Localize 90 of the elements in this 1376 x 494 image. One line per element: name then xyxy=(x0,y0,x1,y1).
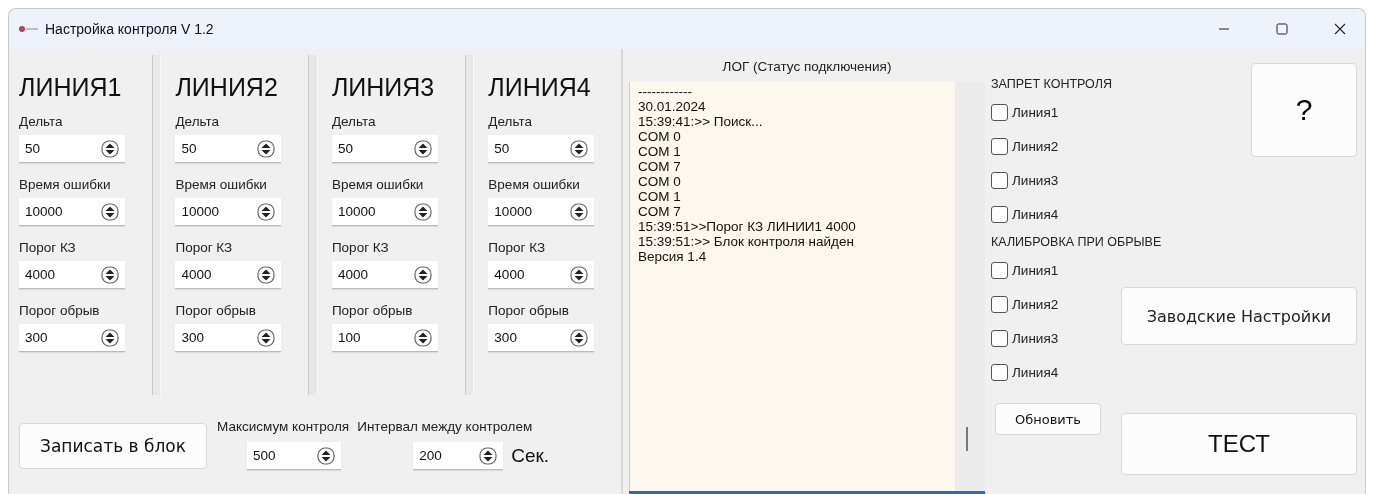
checkbox[interactable]: Линия3 xyxy=(991,321,1121,355)
spin-arrows-icon[interactable] xyxy=(413,139,432,158)
field-label: Время ошибки xyxy=(19,177,112,192)
checkbox[interactable]: Линия3 xyxy=(991,163,1121,197)
log-line: COM 7 xyxy=(638,159,682,174)
field-label: Максисмум контроля xyxy=(217,419,350,434)
spin-arrows-icon[interactable] xyxy=(257,202,276,221)
spin-arrows-icon[interactable] xyxy=(257,328,276,347)
spin-arrows-icon[interactable] xyxy=(317,446,335,465)
number-field[interactable]: 300 xyxy=(175,324,282,352)
log-line: 15:39:51:>> Блок контроля найден xyxy=(638,234,855,249)
checkbox[interactable]: Линия2 xyxy=(991,287,1121,321)
factory-settings-button[interactable]: Заводские Настройки xyxy=(1121,287,1357,345)
field-label: Время ошибки xyxy=(488,177,581,192)
app-icon xyxy=(17,23,39,35)
spin-arrows-icon[interactable] xyxy=(570,265,589,284)
number-field[interactable]: 4000 xyxy=(331,261,438,289)
spin-arrows-icon[interactable] xyxy=(101,139,119,158)
number-field[interactable]: 300 xyxy=(488,324,595,352)
number-field[interactable]: 10000 xyxy=(488,198,595,226)
line-title: ЛИНИЯ2 xyxy=(175,73,279,102)
number-field[interactable]: 50 xyxy=(19,135,125,163)
spin-arrows-icon[interactable] xyxy=(413,265,432,284)
number-field[interactable]: 10000 xyxy=(331,198,438,226)
number-field[interactable]: 500 xyxy=(247,442,341,470)
log-title: ЛОГ (Статус подключения) xyxy=(721,58,893,76)
log-line: 30.01.2024 xyxy=(638,99,707,114)
checkbox[interactable]: Линия4 xyxy=(991,197,1121,231)
number-field[interactable]: 200 xyxy=(413,442,504,470)
field-label: Порог КЗ xyxy=(488,240,547,255)
log-line: Версия 1.4 xyxy=(638,249,708,264)
line-title: ЛИНИЯ4 xyxy=(488,73,592,102)
spin-arrows-icon[interactable] xyxy=(570,139,589,158)
number-field[interactable]: 300 xyxy=(19,324,125,352)
number-field[interactable]: 100 xyxy=(331,324,438,352)
number-field[interactable]: 50 xyxy=(175,135,282,163)
checkbox[interactable]: Линия1 xyxy=(991,95,1121,129)
field-label: Дельта xyxy=(19,114,64,129)
field-label: Порог обрыв xyxy=(175,303,257,318)
field-label: Порог обрыв xyxy=(488,303,570,318)
number-field[interactable]: 50 xyxy=(331,135,438,163)
spin-arrows-icon[interactable] xyxy=(101,328,119,347)
field-label: Время ошибки xyxy=(331,177,425,192)
number-field[interactable]: 10000 xyxy=(19,198,125,226)
scrollbar-thumb[interactable] xyxy=(966,427,968,451)
field-label: Дельта xyxy=(488,114,533,129)
write-button[interactable]: Записать в блок xyxy=(19,423,207,469)
log-line: ------------ xyxy=(638,84,693,99)
field-label: Дельта xyxy=(331,114,377,129)
spin-arrows-icon[interactable] xyxy=(257,139,276,158)
log-line: COM 0 xyxy=(638,174,682,189)
number-field[interactable]: 4000 xyxy=(19,261,125,289)
group-title: ЗАПРЕТ КОНТРОЛЯ xyxy=(991,77,1112,91)
spin-arrows-icon[interactable] xyxy=(101,265,119,284)
number-field[interactable]: 4000 xyxy=(175,261,282,289)
checkbox[interactable]: Линия4 xyxy=(991,355,1121,389)
field-label: Порог КЗ xyxy=(19,240,77,255)
spin-arrows-icon[interactable] xyxy=(257,265,276,284)
log-line: 15:39:51>>Порог КЗ ЛИНИИ1 4000 xyxy=(638,219,857,234)
spin-arrows-icon[interactable] xyxy=(479,446,498,465)
spin-arrows-icon[interactable] xyxy=(101,202,119,221)
field-label: Порог КЗ xyxy=(331,240,390,255)
number-field[interactable]: 4000 xyxy=(488,261,595,289)
field-label: Порог КЗ xyxy=(175,240,234,255)
test-button[interactable]: ТЕСТ xyxy=(1121,413,1357,475)
line-title: ЛИНИЯ1 xyxy=(19,73,123,102)
log-line: COM 1 xyxy=(638,144,682,159)
spin-arrows-icon[interactable] xyxy=(570,202,589,221)
number-field[interactable]: 10000 xyxy=(175,198,282,226)
checkbox[interactable]: Линия1 xyxy=(991,253,1121,287)
spin-arrows-icon[interactable] xyxy=(413,328,432,347)
refresh-button[interactable]: Обновить xyxy=(995,403,1101,435)
spin-arrows-icon[interactable] xyxy=(570,328,589,347)
field-label: Интервал между контролем xyxy=(357,419,534,434)
log-line: 15:39:41:>> Поиск... xyxy=(638,114,764,129)
log-line: COM 0 xyxy=(638,129,682,144)
number-field[interactable]: 50 xyxy=(488,135,595,163)
log-line: COM 1 xyxy=(638,189,682,204)
field-label: Время ошибки xyxy=(175,177,268,192)
field-label: Порог обрыв xyxy=(331,303,414,318)
field-label: Дельта xyxy=(175,114,221,129)
log-line: COM 7 xyxy=(638,204,682,219)
group-title: КАЛИБРОВКА ПРИ ОБРЫВЕ xyxy=(991,235,1162,249)
help-button[interactable]: ? xyxy=(1251,63,1357,157)
unit-label: Сек. xyxy=(511,445,550,467)
window-title: Настройка контроля V 1.2 xyxy=(45,21,214,37)
line-title: ЛИНИЯ3 xyxy=(331,73,436,102)
spin-arrows-icon[interactable] xyxy=(413,202,432,221)
checkbox[interactable]: Линия2 xyxy=(991,129,1121,163)
field-label: Порог обрыв xyxy=(19,303,101,318)
